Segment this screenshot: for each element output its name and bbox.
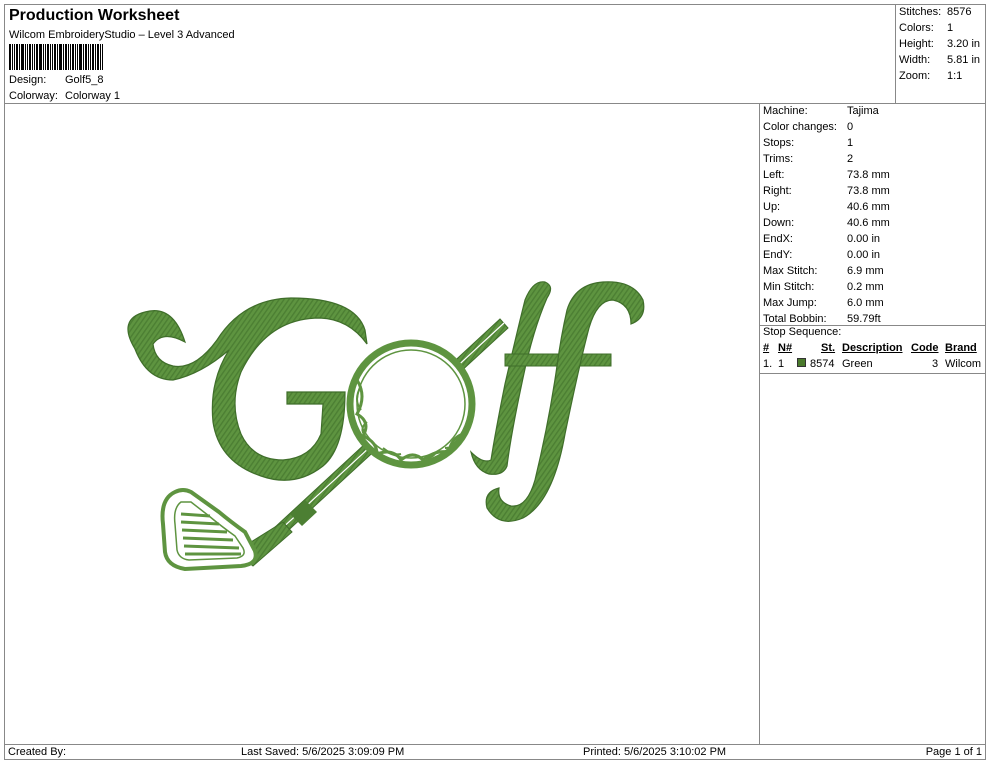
prop-endx: EndX: 0.00 in (763, 233, 881, 245)
machine-properties-panel: Machine: Tajima Color changes: 0 Stops: 1 T… (759, 103, 986, 745)
design-value: Golf5_8 (65, 74, 104, 86)
prop-stops: Stops: 1 (763, 137, 854, 149)
stat-height: Height: 3.20 in (899, 38, 981, 50)
seq-header-st: St. (821, 342, 836, 354)
colorway-value: Colorway 1 (65, 90, 121, 102)
seq-row-brand: Wilcom (945, 358, 982, 370)
seq-header-n: N# (778, 342, 793, 354)
page-number: Page 1 of 1 (925, 746, 982, 758)
prop-max-jump: Max Jump: 6.0 mm (763, 297, 884, 309)
prop-right: Right: 73.8 mm (763, 185, 890, 197)
seq-header-num: # (763, 342, 770, 354)
seq-row-num: 1. (763, 358, 773, 370)
design-row: Design: Golf5_8 (9, 74, 104, 86)
seq-header-description: Description (842, 342, 903, 354)
barcode (9, 44, 127, 70)
prop-up: Up: 40.6 mm (763, 201, 890, 213)
prop-color-changes: Color changes: 0 (763, 121, 854, 133)
prop-trims: Trims: 2 (763, 153, 854, 165)
prop-endy: EndY: 0.00 in (763, 249, 881, 261)
seq-row-description: Green (842, 358, 873, 370)
software-name: Wilcom EmbroideryStudio – Level 3 Advanc… (9, 29, 235, 41)
last-saved: Last Saved: 5/6/2025 3:09:09 PM (241, 746, 405, 758)
seq-row-code: 3 (932, 358, 939, 370)
seq-header-brand: Brand (945, 342, 977, 354)
stop-sequence-title: Stop Sequence: (763, 326, 842, 338)
prop-total-bobbin: Total Bobbin: 59.79ft (763, 313, 881, 325)
colorway-label: Colorway: (9, 90, 58, 102)
prop-down: Down: 40.6 mm (763, 217, 890, 229)
golf-lettering (127, 281, 645, 522)
seq-row-st: 8574 (810, 358, 835, 370)
design-stats: Stitches: 8576 Colors: 1 Height: 3.20 in Wi… (895, 4, 986, 104)
prop-max-stitch: Max Stitch: 6.9 mm (763, 265, 884, 277)
stat-zoom: Zoom: 1:1 (899, 70, 963, 82)
thread-color-swatch (797, 358, 806, 367)
stat-width: Width: 5.81 in (899, 54, 981, 66)
colorway-row: Colorway: Colorway 1 (9, 90, 120, 102)
design-label: Design: (9, 74, 47, 86)
worksheet-header: Production Worksheet Wilcom EmbroiderySt… (4, 4, 896, 104)
seq-header-code: Code (911, 342, 939, 354)
stat-stitches: Stitches: 8576 (899, 6, 972, 18)
worksheet-footer: Created By: Last Saved: 5/6/2025 3:09:09… (4, 744, 986, 760)
prop-min-stitch: Min Stitch: 0.2 mm (763, 281, 884, 293)
design-preview (4, 103, 760, 745)
created-by: Created By: (8, 746, 67, 758)
printed-date: Printed: 5/6/2025 3:10:02 PM (583, 746, 727, 758)
prop-machine: Machine: Tajima (763, 105, 879, 117)
worksheet-title: Production Worksheet (9, 7, 180, 24)
golf-embroidery-design (127, 281, 645, 572)
stat-colors: Colors: 1 (899, 22, 954, 34)
divider (760, 373, 985, 374)
seq-row-n: 1 (778, 358, 785, 370)
prop-left: Left: 73.8 mm (763, 169, 890, 181)
